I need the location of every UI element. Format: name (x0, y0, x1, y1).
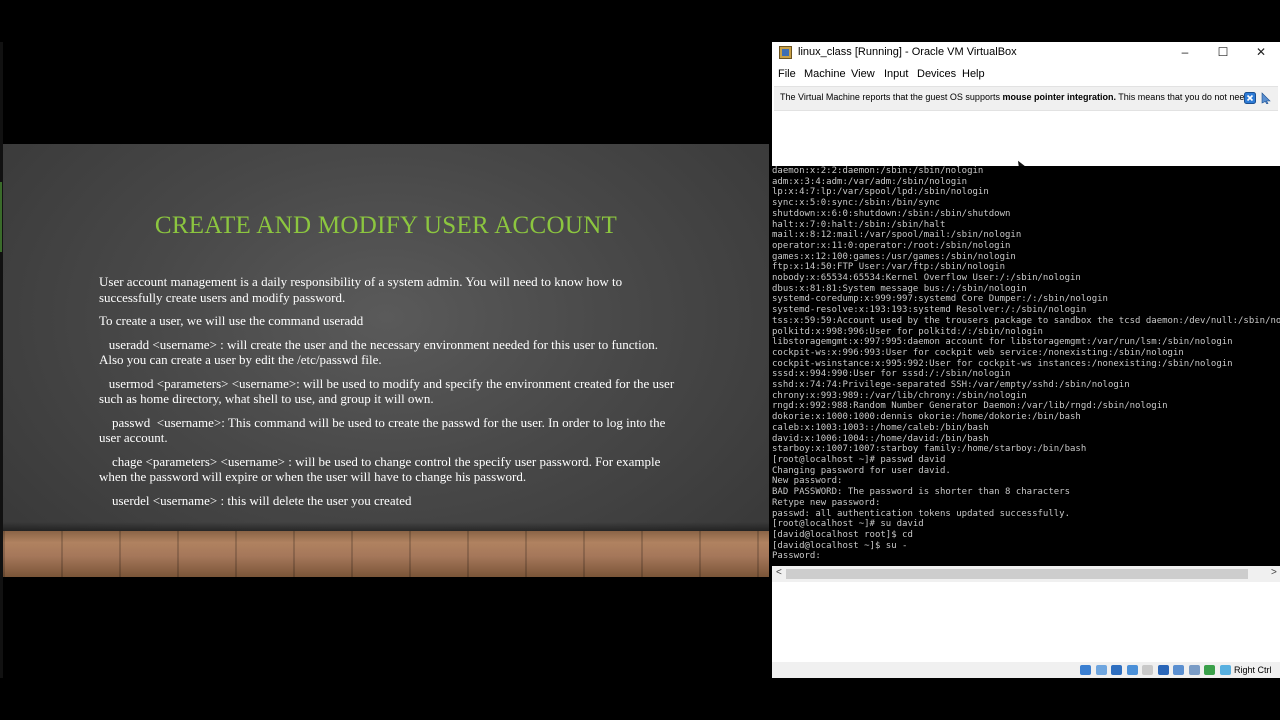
terminal-line: lp:x:4:7:lp:/var/spool/lpd:/sbin/nologin (772, 187, 989, 198)
notice-text-end: This means that you do not need (1115, 92, 1250, 102)
terminal-line: halt:x:7:0:halt:/sbin:/sbin/halt (772, 219, 946, 230)
mouse-pointer-icon[interactable] (1260, 92, 1272, 104)
menu-help[interactable]: Help (962, 68, 985, 80)
mouse-integration-notice: The Virtual Machine reports that the gue… (774, 86, 1278, 111)
terminal-line: nobody:x:65534:65534:Kernel Overflow Use… (772, 273, 1081, 284)
terminal-line: Changing password for user david. (772, 465, 951, 476)
terminal-line: mail:x:8:12:mail:/var/spool/mail:/sbin/n… (772, 230, 1022, 241)
cpu-icon[interactable] (1188, 665, 1200, 675)
slide-paragraph: chage <parameters> <username> : will be … (99, 453, 664, 485)
mouse-integration-icon[interactable] (1204, 665, 1215, 675)
usb-icon[interactable] (1126, 665, 1138, 675)
close-notice-icon[interactable] (1244, 92, 1256, 104)
virtualbox-icon (779, 46, 792, 59)
terminal-line: sssd:x:994:990:User for sssd:/:/sbin/nol… (772, 369, 1011, 380)
terminal-line: Retype new password: (772, 497, 881, 508)
terminal-line: operator:x:11:0:operator:/root:/sbin/nol… (772, 240, 1011, 251)
menu-devices[interactable]: Devices (917, 68, 956, 80)
hdd-icon[interactable] (1080, 665, 1091, 675)
slide-paragraph: User account management is a daily respo… (99, 274, 626, 305)
slide-paragraph: passwd <username>: This command will be … (99, 414, 669, 446)
shared-folder-icon[interactable] (1142, 665, 1153, 675)
terminal-line: polkitd:x:998:996:User for polkitd:/:/sb… (772, 326, 1043, 337)
slide-body: User account management is a daily respo… (99, 274, 679, 516)
keyboard-icon[interactable] (1219, 665, 1231, 675)
virtualbox-window: linux_class [Running] - Oracle VM Virtua… (772, 42, 1280, 678)
video-capture-icon[interactable] (1173, 665, 1184, 675)
terminal-line: cockpit-ws:x:996:993:User for cockpit we… (772, 347, 1184, 358)
terminal-line: cockpit-wsinstance:x:995:992:User for co… (772, 358, 1233, 369)
optical-icon[interactable] (1095, 665, 1107, 675)
terminal-line: dokorie:x:1000:1000:dennis okorie:/home/… (772, 412, 1081, 423)
terminal-line: games:x:12:100:games:/usr/games:/sbin/no… (772, 251, 1016, 262)
slide-wood-floor (3, 531, 769, 577)
terminal-line: david:x:1006:1004::/home/david:/bin/bash (772, 433, 989, 444)
menu-machine[interactable]: Machine (804, 68, 846, 80)
terminal-line: BAD PASSWORD: The password is shorter th… (772, 487, 1071, 498)
maximize-button[interactable]: ☐ (1204, 42, 1242, 64)
slide-paragraph: useradd <username> : will create the use… (99, 336, 661, 368)
presentation-slide: CREATE AND MODIFY USER ACCOUNT User acco… (3, 144, 769, 577)
terminal-line: daemon:x:2:2:daemon:/sbin:/sbin/nologin (772, 166, 984, 176)
menu-bar: File Machine View Input Devices Help (772, 65, 1280, 84)
terminal-line: Password: (772, 551, 821, 562)
network-icon[interactable] (1111, 665, 1122, 675)
terminal-line: rngd:x:992:988:Random Number Generator D… (772, 401, 1168, 412)
horizontal-scrollbar[interactable]: < > (772, 566, 1280, 582)
vm-terminal[interactable]: daemon:x:2:2:daemon:/sbin:/sbin/nologin a… (772, 166, 1280, 566)
menu-view[interactable]: View (851, 68, 875, 80)
slide-paragraph: usermod <parameters> <username>: will be… (99, 375, 678, 407)
terminal-line: dbus:x:81:81:System message bus:/:/sbin/… (772, 283, 1027, 294)
window-title: linux_class [Running] - Oracle VM Virtua… (798, 46, 1017, 58)
terminal-line: ftp:x:14:50:FTP User:/var/ftp:/sbin/nolo… (772, 262, 1005, 273)
terminal-output: daemon:x:2:2:daemon:/sbin:/sbin/nologin a… (772, 166, 1280, 562)
vm-display-top[interactable] (772, 111, 1280, 166)
terminal-line: [root@localhost ~]# su david (772, 519, 924, 530)
notice-text-start: The Virtual Machine reports that the gue… (780, 92, 1003, 102)
display-icon[interactable] (1157, 665, 1169, 675)
terminal-line: sync:x:5:0:sync:/sbin:/bin/sync (772, 198, 940, 209)
terminal-line: [david@localhost root]$ cd (772, 529, 913, 540)
terminal-line: caleb:x:1003:1003::/home/caleb:/bin/bash (772, 422, 989, 433)
scroll-right-icon[interactable]: > (1271, 567, 1277, 578)
notice-text-bold: mouse pointer integration. (1002, 92, 1116, 102)
scroll-left-icon[interactable]: < (776, 567, 782, 578)
close-button[interactable]: ✕ (1242, 42, 1280, 64)
scrollbar-thumb[interactable] (786, 569, 1248, 579)
terminal-line: libstoragemgmt:x:997:995:daemon account … (772, 337, 1233, 348)
host-key-label: Right Ctrl (1234, 665, 1272, 675)
terminal-line: [root@localhost ~]# passwd david (772, 454, 946, 465)
notice-text: The Virtual Machine reports that the gue… (780, 92, 1249, 102)
slide-paragraph: To create a user, we will use the comman… (99, 313, 364, 328)
slide-title: CREATE AND MODIFY USER ACCOUNT (154, 212, 618, 239)
minimize-button[interactable]: – (1166, 42, 1204, 64)
status-bar: Right Ctrl (772, 662, 1280, 678)
terminal-line: chrony:x:993:989::/var/lib/chrony:/sbin/… (772, 390, 1027, 401)
window-titlebar[interactable]: linux_class [Running] - Oracle VM Virtua… (772, 42, 1280, 64)
terminal-line: New password: (772, 476, 843, 487)
terminal-line: passwd: all authentication tokens update… (772, 508, 1071, 519)
terminal-line: sshd:x:74:74:Privilege-separated SSH:/va… (772, 380, 1130, 391)
menu-input[interactable]: Input (884, 68, 908, 80)
terminal-line: adm:x:3:4:adm:/var/adm:/sbin/nologin (772, 176, 968, 187)
terminal-line: systemd-resolve:x:193:193:systemd Resolv… (772, 305, 1087, 316)
terminal-line: shutdown:x:6:0:shutdown:/sbin:/sbin/shut… (772, 208, 1011, 219)
terminal-line: systemd-coredump:x:999:997:systemd Core … (772, 294, 1108, 305)
terminal-line: starboy:x:1007:1007:starboy family:/home… (772, 444, 1087, 455)
terminal-line: [david@localhost ~]$ su - (772, 540, 908, 551)
terminal-line: tss:x:59:59:Account used by the trousers… (772, 315, 1280, 326)
slide-paragraph: userdel <username> : this will delete th… (99, 492, 412, 508)
menu-file[interactable]: File (778, 68, 796, 80)
